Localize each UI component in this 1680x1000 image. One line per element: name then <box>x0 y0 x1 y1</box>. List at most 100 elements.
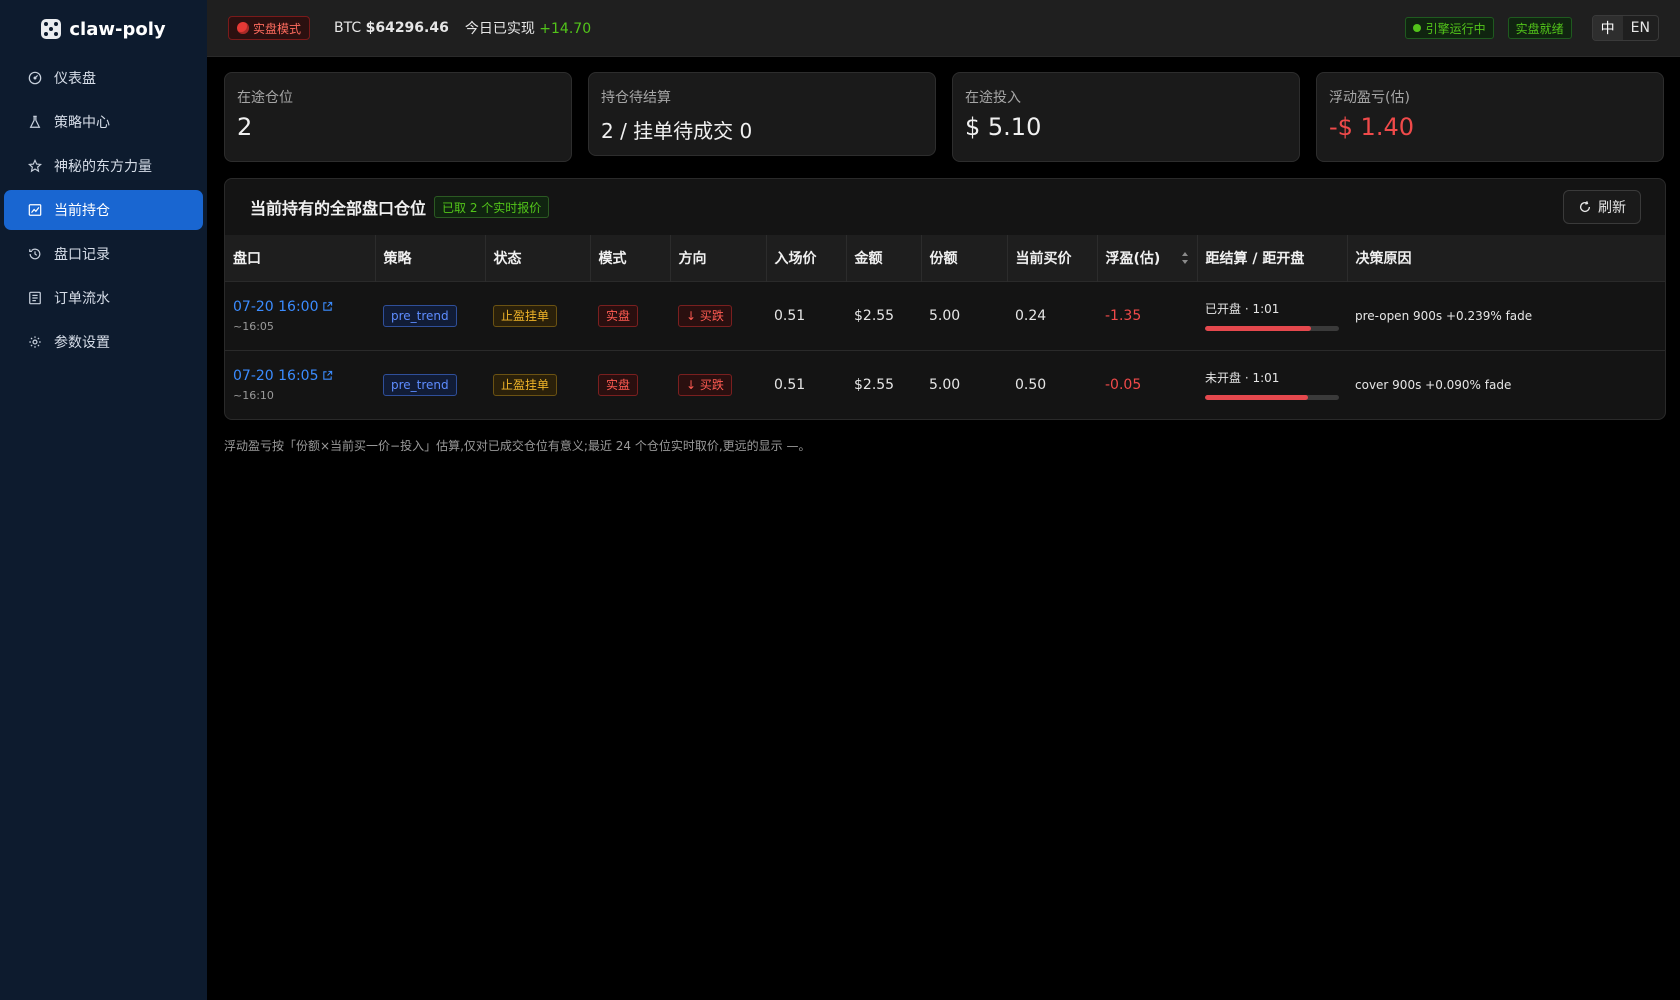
card-open-positions: 在途仓位 2 <box>224 72 572 162</box>
red-circle-icon <box>237 22 249 34</box>
direction-tag: ↓ 买跌 <box>678 304 732 327</box>
cell-entry-price: 0.51 <box>774 307 806 324</box>
timer-label: 已开盘 · 1:01 <box>1205 302 1280 316</box>
cell-shares: 5.00 <box>929 307 961 324</box>
sidebar-item-label: 订单流水 <box>54 291 110 307</box>
col-shares: 份额 <box>921 235 1008 281</box>
market-time: 07-20 16:00 <box>233 298 319 315</box>
cell-direction: ↓ 买跌 <box>670 281 766 350</box>
cell-status: 止盈挂单 <box>485 350 590 419</box>
realized-label: 今日已实现 <box>464 21 535 37</box>
col-timer: 距结算 / 距开盘 <box>1197 235 1348 281</box>
col-reason: 决策原因 <box>1355 250 1412 267</box>
cell-timer: 未开盘 · 1:01 <box>1197 350 1347 419</box>
sidebar-item-eastern-power[interactable]: 神秘的东方力量 <box>4 146 203 186</box>
cell-shares: 5.00 <box>929 376 961 393</box>
sidebar-item-positions[interactable]: 当前持仓 <box>4 190 203 230</box>
sort-icon[interactable] <box>1181 250 1189 266</box>
col-amount: 金额 <box>846 235 922 281</box>
chart-icon <box>28 203 42 217</box>
language-switch: 中 EN <box>1591 15 1659 41</box>
sidebar-menu: 仪表盘 策略中心 神秘的东方力量 当前持仓 盘口记录 订单流水 参数设置 <box>0 58 207 362</box>
sidebar-item-label: 仪表盘 <box>54 71 96 87</box>
market-link[interactable]: 07-20 16:00 <box>233 299 333 315</box>
sidebar-item-label: 神秘的东方力量 <box>54 159 152 175</box>
brand-name: claw-poly <box>69 18 166 40</box>
sidebar-item-strategy[interactable]: 策略中心 <box>4 102 203 142</box>
card-label: 在途投入 <box>965 90 1021 106</box>
dashboard-icon <box>28 71 42 85</box>
mode-tag: 实盘 <box>598 373 639 396</box>
card-label: 在途仓位 <box>237 90 293 106</box>
table-header-row: 盘口 策略 状态 模式 方向 入场价 金额 份额 当前买价 浮盈(估) 距结算 … <box>225 235 1665 281</box>
cell-strategy: pre_trend <box>375 281 485 350</box>
col-current-bid: 当前买价 <box>1007 235 1098 281</box>
col-strategy: 策略 <box>375 235 486 281</box>
market-time: 07-20 16:05 <box>233 367 319 384</box>
card-label: 持仓待结算 <box>601 90 671 106</box>
col-status: 状态 <box>485 235 591 281</box>
quote-count-badge: 已取 2 个实时报价 <box>434 196 550 218</box>
cell-floating-pnl: -0.05 <box>1105 376 1142 393</box>
card-invested: 在途投入 $ 5.10 <box>952 72 1300 162</box>
col-floating-pnl[interactable]: 浮盈(估) <box>1097 235 1198 281</box>
lang-zh-button[interactable]: 中 <box>1592 16 1623 40</box>
col-direction: 方向 <box>670 235 767 281</box>
cell-market: 07-20 16:00 ~16:05 <box>225 281 375 350</box>
cell-reason: pre-open 900s +0.239% fade <box>1355 308 1533 323</box>
cell-strategy: pre_trend <box>375 350 485 419</box>
sidebar: claw-poly 仪表盘 策略中心 神秘的东方力量 当前持仓 盘口记录 订单流… <box>0 0 207 1000</box>
mode-label: 实盘模式 <box>253 21 302 36</box>
timer-progress-fill <box>1205 326 1311 331</box>
brand[interactable]: claw-poly <box>0 0 207 58</box>
direction-tag: ↓ 买跌 <box>678 373 732 396</box>
lang-en-button[interactable]: EN <box>1623 16 1658 40</box>
cell-amount: $2.55 <box>854 307 895 324</box>
col-entry-price: 入场价 <box>766 235 847 281</box>
cell-amount: $2.55 <box>854 376 895 393</box>
card-pending-settlement: 持仓待结算 2 / 挂单待成交 0 <box>588 72 936 156</box>
timer-progress-fill <box>1205 395 1309 401</box>
live-mode-badge: 实盘模式 <box>228 16 311 40</box>
card-value: 2 <box>237 113 253 141</box>
realized-value: +14.70 <box>539 21 592 37</box>
refresh-button[interactable]: 刷新 <box>1563 190 1641 224</box>
live-ready-badge: 实盘就绪 <box>1507 17 1572 39</box>
external-link-icon <box>323 371 333 380</box>
col-floating-pnl-label: 浮盈(估) <box>1105 250 1161 267</box>
footnote: 浮动盈亏按「份额×当前买一价−投入」估算,仅对已成交仓位有意义;最近 24 个仓… <box>224 439 811 453</box>
list-icon <box>28 291 42 305</box>
market-link[interactable]: 07-20 16:05 <box>233 368 333 384</box>
status-tag: 止盈挂单 <box>493 373 558 396</box>
realized-today: 今日已实现 +14.70 <box>465 18 591 38</box>
cell-timer: 已开盘 · 1:01 <box>1197 281 1347 350</box>
card-value: $ 5.10 <box>965 113 1042 141</box>
positions-panel: 当前持有的全部盘口仓位 已取 2 个实时报价 刷新 盘口 策略 状态 模式 方向… <box>224 178 1666 420</box>
sidebar-item-settings[interactable]: 参数设置 <box>4 322 203 362</box>
refresh-label: 刷新 <box>1598 200 1626 216</box>
btc-price: BTC $64296.46 <box>334 20 449 36</box>
sidebar-item-orders[interactable]: 订单流水 <box>4 278 203 318</box>
flask-icon <box>28 115 42 129</box>
history-icon <box>28 247 42 261</box>
panel-title: 当前持有的全部盘口仓位 <box>250 199 427 218</box>
strategy-tag: pre_trend <box>383 304 457 327</box>
card-floating-pnl: 浮动盈亏(估) -$ 1.40 <box>1316 72 1664 162</box>
strategy-tag: pre_trend <box>383 373 457 396</box>
market-sub-time: ~16:10 <box>233 388 274 402</box>
engine-status-label: 引擎运行中 <box>1425 21 1486 36</box>
cell-status: 止盈挂单 <box>485 281 590 350</box>
col-market: 盘口 <box>225 235 376 281</box>
cell-mode: 实盘 <box>590 350 670 419</box>
cell-entry-price: 0.51 <box>774 376 806 393</box>
sidebar-item-dashboard[interactable]: 仪表盘 <box>4 58 203 98</box>
panel-header: 当前持有的全部盘口仓位 已取 2 个实时报价 刷新 <box>225 179 1665 235</box>
positions-table: 盘口 策略 状态 模式 方向 入场价 金额 份额 当前买价 浮盈(估) 距结算 … <box>225 235 1665 419</box>
refresh-icon <box>1580 201 1591 213</box>
sidebar-item-label: 参数设置 <box>54 335 110 351</box>
timer-progress-bar <box>1205 395 1339 401</box>
btc-price-value: $64296.46 <box>365 20 449 36</box>
sidebar-item-market-history[interactable]: 盘口记录 <box>4 234 203 274</box>
table-row: 07-20 16:05 ~16:10 pre_trend 止盈挂单 实盘 ↓ 买… <box>225 350 1665 419</box>
cell-mode: 实盘 <box>590 281 670 350</box>
